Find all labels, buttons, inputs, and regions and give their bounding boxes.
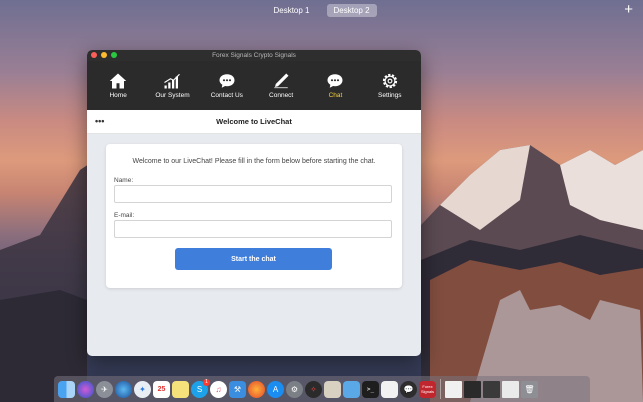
- email-field[interactable]: [114, 220, 392, 238]
- home-icon: [109, 73, 127, 89]
- email-label: E-mail:: [114, 212, 135, 219]
- compass-icon[interactable]: ✧: [305, 380, 322, 398]
- nav-label-home: Home: [109, 92, 127, 99]
- space-tab-desktop-1[interactable]: Desktop 1: [266, 4, 316, 17]
- calendar-icon[interactable]: 25: [153, 380, 170, 398]
- close-window-button[interactable]: [91, 52, 97, 58]
- nav-label-chat: Chat: [328, 92, 343, 99]
- nav-item-connect[interactable]: Connect: [256, 72, 306, 99]
- forex-signals-icon[interactable]: Forex Signals: [419, 380, 436, 398]
- spaces-bar: Desktop 1 Desktop 2: [0, 0, 643, 20]
- window-thumbnail-icon[interactable]: [445, 380, 462, 398]
- siri-icon[interactable]: [77, 380, 94, 398]
- skype-badge: 1: [203, 378, 210, 386]
- dock-separator: [440, 379, 441, 399]
- terminal-icon[interactable]: >_: [362, 380, 379, 398]
- finder-icon[interactable]: [58, 380, 75, 398]
- gear-icon: [382, 73, 397, 89]
- nav-label-settings: Settings: [378, 92, 402, 99]
- nav-label-our-system: Our System: [155, 92, 190, 99]
- notes-icon[interactable]: [172, 380, 189, 398]
- system-preferences-icon[interactable]: ⚙: [286, 380, 303, 398]
- trash-icon[interactable]: 🗑: [521, 380, 538, 398]
- start-chat-button[interactable]: Start the chat: [175, 248, 332, 270]
- main-navbar: Home Our System Contact Us Connect Chat …: [87, 61, 421, 110]
- nav-item-chat[interactable]: Chat: [310, 72, 360, 99]
- nav-label-connect: Connect: [269, 92, 294, 99]
- app-window: Forex Signals Crypto Signals Home Our Sy…: [87, 50, 421, 356]
- maximize-window-button[interactable]: [111, 52, 117, 58]
- space-tab-desktop-2[interactable]: Desktop 2: [326, 3, 377, 17]
- preview-icon[interactable]: [324, 380, 341, 398]
- network-icon[interactable]: [115, 380, 132, 398]
- nav-label-contact-us: Contact Us: [210, 92, 243, 99]
- window-thumbnail-icon[interactable]: [483, 380, 500, 398]
- nav-item-home[interactable]: Home: [93, 72, 143, 99]
- chat-app-icon[interactable]: 💬: [400, 380, 417, 398]
- music-icon[interactable]: ♫: [210, 380, 227, 398]
- prechat-form: Welcome to our LiveChat! Please fill in …: [106, 144, 402, 288]
- window-thumbnail-icon[interactable]: [464, 380, 481, 398]
- more-options-icon[interactable]: •••: [95, 116, 104, 126]
- launchpad-icon[interactable]: ✈: [96, 380, 113, 398]
- dock: ✈ ✦ 25 S1 ♫ ⚒ A ⚙ ✧ >_ 💬 Forex Signals 🗑: [54, 376, 590, 402]
- bar-chart-icon: [164, 73, 181, 89]
- add-space-button[interactable]: +: [624, 1, 633, 18]
- welcome-message: Welcome to our LiveChat! Please fill in …: [132, 158, 376, 165]
- window-controls: [91, 52, 117, 58]
- nav-item-our-system[interactable]: Our System: [147, 72, 197, 99]
- chat-header: ••• Welcome to LiveChat: [87, 110, 421, 134]
- minimize-window-button[interactable]: [101, 52, 107, 58]
- text-editor-icon[interactable]: [381, 380, 398, 398]
- pen-icon: [274, 73, 289, 89]
- name-label: Name:: [114, 177, 134, 184]
- chat-bubble-icon: [219, 74, 235, 88]
- nav-item-settings[interactable]: Settings: [365, 72, 415, 99]
- firefox-icon[interactable]: [248, 380, 265, 398]
- app-store-icon[interactable]: A: [267, 380, 284, 398]
- window-thumbnail-icon[interactable]: [502, 380, 519, 398]
- chat-title: Welcome to LiveChat: [216, 117, 292, 126]
- nav-item-contact-us[interactable]: Contact Us: [202, 72, 252, 99]
- chat-bubble-icon: [327, 74, 343, 88]
- name-field[interactable]: [114, 185, 392, 203]
- safari-icon[interactable]: ✦: [134, 380, 151, 398]
- window-title: Forex Signals Crypto Signals: [212, 52, 296, 59]
- folder-icon[interactable]: [343, 380, 360, 398]
- xcode-icon[interactable]: ⚒: [229, 380, 246, 398]
- window-titlebar[interactable]: Forex Signals Crypto Signals: [87, 50, 421, 61]
- skype-icon[interactable]: S1: [191, 378, 210, 398]
